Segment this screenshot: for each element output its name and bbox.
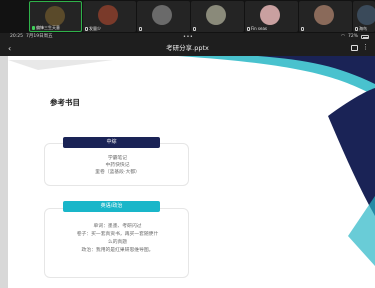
- participant-name: [301, 27, 305, 31]
- avatar: [260, 5, 280, 25]
- participant-tile[interactable]: Fin seas: [245, 1, 298, 32]
- more-icon[interactable]: ⋮: [362, 42, 369, 52]
- mic-icon: [355, 26, 358, 31]
- avatar: [206, 5, 226, 25]
- mic-icon: [301, 27, 304, 31]
- book-line: 里卷（蓝基段·大都）: [95, 170, 140, 175]
- book-line: 中药快快记: [105, 163, 130, 168]
- screen-share-icon[interactable]: [351, 45, 358, 51]
- participant-name: 偏锋三生天意: [32, 25, 60, 30]
- avatar: [45, 6, 65, 26]
- wifi-icon: ◠: [341, 34, 345, 39]
- book-line: 单词：墨墨、考研闪过: [93, 224, 142, 229]
- mic-icon: [193, 27, 196, 31]
- participant-tile[interactable]: [191, 1, 244, 32]
- status-bar: 20:25 7月19日周五 ••• ◠ 72%: [0, 33, 375, 41]
- mic-icon: [247, 26, 250, 31]
- book-line: 政治：我用的是红果研思维导图。: [81, 248, 154, 253]
- slide: 参考书目 学霸笔记 中药快快记 里卷（蓝基段·大都） 中综 单词：墨墨、考研闪过…: [8, 56, 375, 288]
- status-date: 7月19日周五: [26, 34, 53, 39]
- section-card-zhongzong: 学霸笔记 中药快快记 里卷（蓝基段·大都）: [44, 143, 189, 186]
- book-line: 学霸笔记: [107, 156, 128, 161]
- mic-on-icon: [32, 25, 35, 30]
- book-line: 卷子：买一套真资书，再买一套随便什: [76, 232, 159, 237]
- mic-icon: [139, 27, 142, 31]
- participant-name: 海鸟: [355, 26, 367, 31]
- participant-name: 发量少: [85, 26, 101, 31]
- participant-strip: 偏锋三生天意 发量少 Fin seas 海鸟: [0, 0, 375, 33]
- participant-tile[interactable]: 海鸟: [353, 1, 375, 32]
- section-label-english-politics: 英语/政治: [63, 201, 160, 212]
- section-label-zhongzong: 中综: [63, 137, 160, 148]
- avatar: [98, 5, 118, 25]
- participant-name: [193, 27, 197, 31]
- slide-viewer: 参考书目 学霸笔记 中药快快记 里卷（蓝基段·大都） 中综 单词：墨墨、考研闪过…: [0, 56, 375, 288]
- slide-heading: 参考书目: [50, 98, 80, 107]
- participant-tile[interactable]: 发量少: [83, 1, 136, 32]
- slide-thumbnail-strip[interactable]: [0, 56, 8, 288]
- book-line: 么的真题: [107, 240, 128, 245]
- section-card-english-politics: 单词：墨墨、考研闪过 卷子：买一套真资书，再买一套随便什 么的真题 政治：我用的…: [44, 208, 189, 278]
- mic-icon: [85, 26, 88, 31]
- participant-name: [139, 27, 143, 31]
- status-time: 20:25: [10, 34, 23, 39]
- participant-tile[interactable]: 偏锋三生天意: [29, 1, 82, 32]
- participant-tile[interactable]: [299, 1, 352, 32]
- title-bar: ‹ 考研分享.pptx ⋮: [0, 41, 375, 56]
- multitask-dots[interactable]: •••: [183, 33, 193, 41]
- document-title: 考研分享.pptx: [166, 44, 209, 52]
- avatar: [314, 5, 334, 25]
- participant-name: Fin seas: [247, 26, 267, 31]
- avatar: [152, 5, 172, 25]
- avatar: [357, 5, 375, 25]
- status-indicators: ◠ 72%: [341, 33, 369, 41]
- screen: 偏锋三生天意 发量少 Fin seas 海鸟 20:25 7月19日周五 •••…: [0, 0, 375, 288]
- participant-tile[interactable]: [137, 1, 190, 32]
- battery-level: 72%: [347, 34, 358, 39]
- battery-icon: [361, 35, 369, 39]
